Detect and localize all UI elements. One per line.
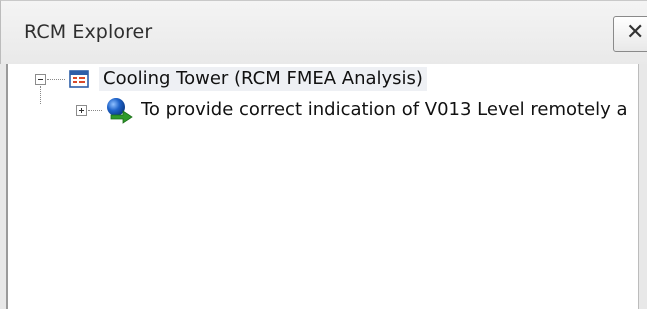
tree-view[interactable]: Cooling Tower (RCM FMEA Analysis) To pro… [0, 64, 647, 309]
rcm-explorer-panel: RCM Explorer ✕ Cooling Tower (RCM FMEA A… [0, 0, 647, 309]
close-button[interactable]: ✕ [613, 16, 647, 52]
panel-left-border [6, 64, 8, 309]
tree-connector [88, 110, 102, 112]
tree-connector [40, 86, 42, 104]
function-icon [107, 98, 133, 124]
panel-title: RCM Explorer [24, 21, 153, 43]
panel-right-edge [638, 64, 647, 309]
tree-item-function[interactable]: To provide correct indication of V013 Le… [141, 98, 638, 122]
tree-item-cooling-tower[interactable]: Cooling Tower (RCM FMEA Analysis) [99, 67, 427, 91]
close-icon: ✕ [626, 20, 645, 45]
root-collapse-toggle[interactable] [35, 74, 46, 85]
panel-titlebar: RCM Explorer ✕ [0, 0, 647, 64]
table-icon [69, 70, 89, 88]
child-expand-toggle[interactable] [76, 105, 87, 116]
minus-icon [38, 79, 43, 80]
tree-connector [47, 79, 65, 81]
plus-icon-vertical [81, 108, 82, 113]
